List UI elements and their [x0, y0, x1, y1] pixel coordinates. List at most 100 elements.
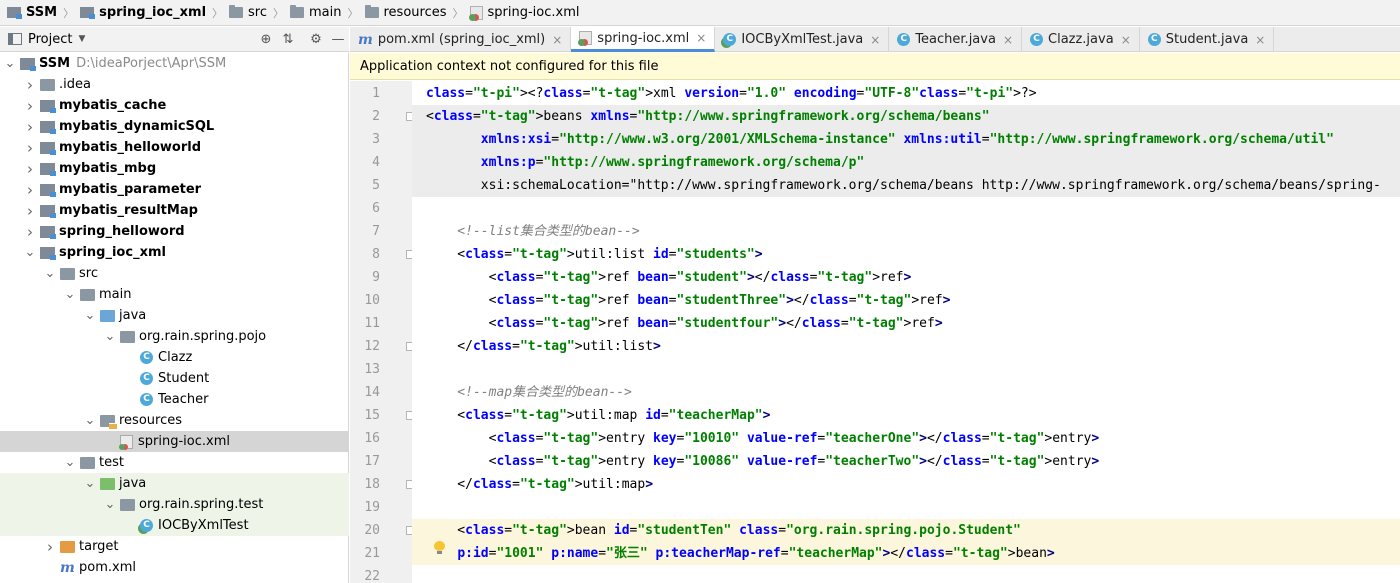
line-number: 8: [372, 247, 380, 262]
collapse-all-icon[interactable]: ⇅: [277, 29, 299, 49]
settings-gear-icon[interactable]: ⚙: [305, 29, 327, 49]
class-icon: C: [140, 351, 153, 364]
editor-tab[interactable]: C Clazz.java ×: [1022, 27, 1140, 52]
source-folder-icon: [100, 309, 115, 322]
chevron-right-icon[interactable]: ›: [24, 160, 36, 178]
chevron-down-icon[interactable]: ⌄: [64, 456, 76, 469]
tree-item-path: D:\ideaPorject\Apr\SSM: [76, 56, 227, 71]
line-number: 15: [364, 408, 380, 423]
line-number: 12: [364, 339, 380, 354]
tree-item[interactable]: C IOCByXmlTest: [0, 515, 349, 536]
close-tab-icon[interactable]: ×: [1003, 33, 1013, 47]
close-tab-icon[interactable]: ×: [870, 33, 880, 47]
chevron-down-icon[interactable]: ⌄: [84, 309, 96, 322]
tree-item[interactable]: ⌄ test: [0, 452, 349, 473]
tree-item[interactable]: ⌄ java: [0, 305, 349, 326]
close-tab-icon[interactable]: ×: [1255, 33, 1265, 47]
tree-item[interactable]: › mybatis_cache: [0, 95, 349, 116]
module-folder-icon: [40, 204, 56, 218]
tree-item[interactable]: ⌄ spring_ioc_xml: [0, 242, 349, 263]
folder-icon: [40, 78, 55, 91]
tree-item[interactable]: ⌄ org.rain.spring.pojo: [0, 326, 349, 347]
module-folder-icon: [40, 246, 56, 260]
hide-panel-icon[interactable]: —: [327, 29, 349, 49]
tree-item-label: java: [119, 476, 147, 491]
breadcrumb-spring-ioc-file[interactable]: spring-ioc.xml: [467, 2, 583, 24]
chevron-down-icon[interactable]: ⌄: [24, 246, 36, 259]
code-editor[interactable]: class="t-pi"><?class="t-tag">xml version…: [412, 81, 1400, 583]
project-view-selector[interactable]: Project: [28, 32, 72, 47]
chevron-right-icon[interactable]: ›: [24, 118, 36, 136]
chevron-down-icon[interactable]: ⌄: [104, 498, 116, 511]
editor-tab[interactable]: m pom.xml (spring_ioc_xml) ×: [350, 27, 572, 52]
tree-item[interactable]: › mybatis_dynamicSQL: [0, 116, 349, 137]
editor-tab[interactable]: C IOCByXmlTest.java ×: [715, 27, 890, 52]
module-folder-icon: [40, 225, 56, 239]
chevron-right-icon[interactable]: ›: [24, 181, 36, 199]
tree-item[interactable]: › mybatis_resultMap: [0, 200, 349, 221]
chevron-down-icon[interactable]: ⌄: [64, 288, 76, 301]
editor-gutter[interactable]: 1 2 3 4 5 6 7 8 9 10 11 12 13 14 15 16 17 18 19 20 21 22: [350, 81, 415, 583]
editor-tab[interactable]: C Student.java ×: [1140, 27, 1275, 52]
class-icon: C: [140, 372, 153, 385]
line-number: 10: [364, 293, 380, 308]
chevron-down-icon[interactable]: ⌄: [104, 330, 116, 343]
breadcrumb-src[interactable]: src: [226, 2, 270, 24]
breadcrumb-separator-icon: 〉: [273, 6, 285, 20]
chevron-right-icon[interactable]: ›: [24, 97, 36, 115]
chevron-down-icon[interactable]: ⌄: [44, 267, 56, 280]
tree-item[interactable]: C Teacher: [0, 389, 349, 410]
tree-item[interactable]: m pom.xml: [0, 557, 349, 578]
intention-bulb-icon[interactable]: [434, 541, 445, 555]
tree-item[interactable]: ⌄ main: [0, 284, 349, 305]
chevron-right-icon[interactable]: ›: [24, 202, 36, 220]
breadcrumb-ssm[interactable]: SSM: [4, 2, 60, 24]
breadcrumb-main[interactable]: main: [287, 2, 344, 24]
code-line: <class="t-tag">ref bean="student"></clas…: [426, 270, 912, 285]
tree-item-label: spring_ioc_xml: [59, 245, 166, 260]
close-tab-icon[interactable]: ×: [1121, 33, 1131, 47]
tree-item[interactable]: › mybatis_helloworld: [0, 137, 349, 158]
project-panel-header: Project ▼ ⊕ ⇅ ⚙ —: [0, 27, 349, 52]
chevron-right-icon[interactable]: ›: [24, 76, 36, 94]
close-tab-icon[interactable]: ×: [696, 31, 706, 45]
chevron-down-icon[interactable]: ⌄: [4, 57, 16, 70]
tree-item[interactable]: C Clazz: [0, 347, 349, 368]
tree-item-label: Student: [158, 371, 210, 386]
chevron-right-icon[interactable]: ›: [24, 223, 36, 241]
tree-item[interactable]: spring-ioc.xml: [0, 431, 349, 452]
code-line: xsi:schemaLocation="http://www.springfra…: [426, 178, 1381, 193]
tree-item[interactable]: ⌄ java: [0, 473, 349, 494]
line-number: 5: [372, 178, 380, 193]
locate-file-icon[interactable]: ⊕: [255, 29, 277, 49]
chevron-right-icon[interactable]: ›: [24, 139, 36, 157]
tree-item[interactable]: ⌄ src: [0, 263, 349, 284]
chevron-down-icon[interactable]: ▼: [78, 34, 85, 44]
test-source-folder-icon: [100, 477, 115, 490]
close-tab-icon[interactable]: ×: [552, 33, 562, 47]
editor-tab[interactable]: C Teacher.java ×: [889, 27, 1022, 52]
breadcrumb-resources[interactable]: resources: [362, 2, 450, 24]
chevron-down-icon[interactable]: ⌄: [84, 414, 96, 427]
tree-item-label: Teacher: [158, 392, 209, 407]
code-line: xmlns:xsi="http://www.w3.org/2001/XMLSch…: [480, 132, 1334, 147]
tree-item[interactable]: › .idea: [0, 74, 349, 95]
tree-item[interactable]: ⌄ SSM D:\ideaPorject\Apr\SSM: [0, 53, 349, 74]
chevron-down-icon[interactable]: ⌄: [84, 477, 96, 490]
tree-item[interactable]: › mybatis_mbg: [0, 158, 349, 179]
tree-item-label: test: [99, 455, 124, 470]
line-number: 4: [372, 155, 380, 170]
chevron-right-icon[interactable]: ›: [44, 538, 56, 556]
class-icon: C: [140, 393, 153, 406]
test-class-icon: C: [140, 519, 153, 532]
breadcrumb-spring-ioc-xml[interactable]: spring_ioc_xml: [77, 2, 209, 24]
editor-tab[interactable]: spring-ioc.xml ×: [571, 27, 716, 52]
tree-item[interactable]: › mybatis_parameter: [0, 179, 349, 200]
maven-icon: m: [358, 31, 373, 48]
tree-item[interactable]: ⌄ resources: [0, 410, 349, 431]
tree-item[interactable]: › spring_helloword: [0, 221, 349, 242]
folder-icon: [290, 5, 305, 18]
tree-item[interactable]: C Student: [0, 368, 349, 389]
tree-item[interactable]: ⌄ org.rain.spring.test: [0, 494, 349, 515]
tree-item[interactable]: › target: [0, 536, 349, 557]
